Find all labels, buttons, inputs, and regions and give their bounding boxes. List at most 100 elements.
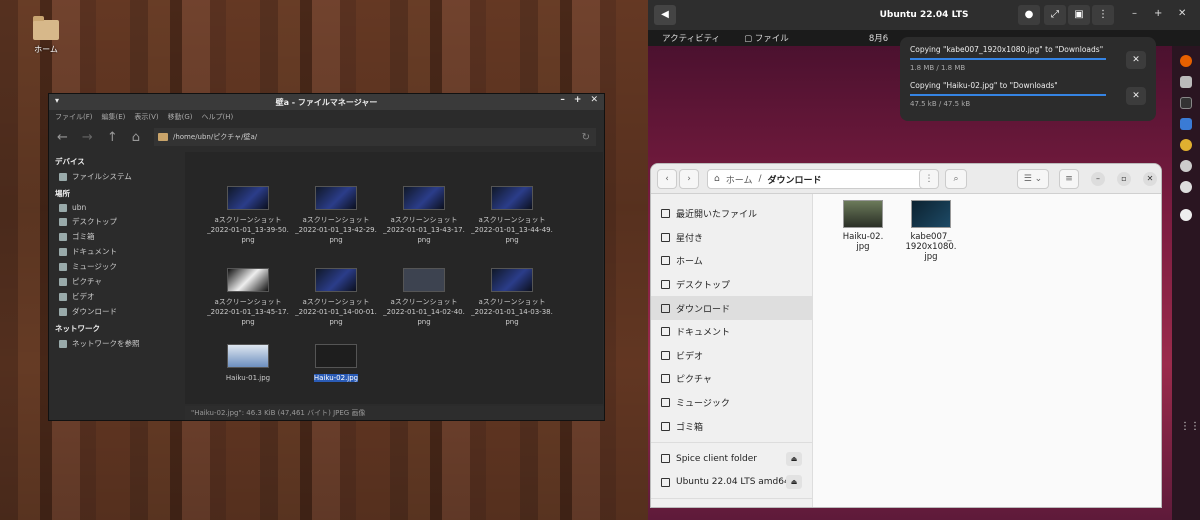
files-icon[interactable] xyxy=(1180,76,1192,88)
sidebar-item[interactable]: ゴミ箱 xyxy=(651,414,812,438)
file-item[interactable]: Haiku-02.jpg xyxy=(293,344,379,383)
record-button[interactable]: ● xyxy=(1018,5,1040,25)
sidebar-item[interactable]: ビデオ xyxy=(55,289,183,304)
eject-icon[interactable]: ⏏ xyxy=(786,475,802,490)
fullscreen-button[interactable]: ⤢ xyxy=(1044,5,1066,25)
path-current[interactable]: ダウンロード xyxy=(768,173,822,186)
sidebar-item[interactable]: ピクチャ xyxy=(651,367,812,391)
nautilus-sidebar: 最近開いたファイル星付き ホーム デスクトップ ダウンロード ドキュメント ビデオ ピクチャ… xyxy=(651,194,813,507)
help-icon[interactable] xyxy=(1180,181,1192,193)
device-item[interactable]: Ubuntu 22.04 LTS amd64 ⏏ xyxy=(651,471,812,495)
file-item[interactable]: Haiku-01.jpg xyxy=(205,344,291,383)
sidebar-item[interactable]: ゴミ箱 xyxy=(55,229,183,244)
files-app-menu[interactable]: ▢ ファイル xyxy=(744,32,789,44)
minimize-button[interactable]: – xyxy=(560,95,565,105)
clock[interactable]: 8月6 xyxy=(869,32,888,44)
terminal-icon[interactable] xyxy=(1180,97,1192,109)
close-button[interactable]: ✕ xyxy=(1143,172,1157,186)
path-bar[interactable]: ⌂ ホーム / ダウンロード xyxy=(707,169,929,189)
menu-item[interactable]: 編集(E) xyxy=(102,112,126,122)
file-item[interactable]: aスクリーンショット _2022-01-01_13-43-17. png xyxy=(381,186,467,245)
file-thumbnail xyxy=(227,186,269,210)
file-thumbnail xyxy=(227,268,269,292)
home-icon[interactable]: ⌂ xyxy=(132,130,140,145)
sidebar-item[interactable]: ホーム xyxy=(651,249,812,273)
file-item[interactable]: aスクリーンショット _2022-01-01_13-42-29. png xyxy=(293,186,379,245)
status-bar: "Haiku-02.jpg": 46.3 KiB (47,461 バイト) JP… xyxy=(185,406,604,420)
sidebar-item[interactable]: ダウンロード xyxy=(55,304,183,319)
close-button[interactable]: ✕ xyxy=(590,95,598,105)
sidebar-section-title: ネットワーク xyxy=(55,324,100,333)
device-label: Spice client folder xyxy=(676,453,757,464)
show-apps-icon[interactable]: ⋮⋮ xyxy=(1180,421,1200,433)
menu-button[interactable]: ⋮ xyxy=(1092,5,1114,25)
settings-icon[interactable] xyxy=(1180,160,1192,172)
home-icon xyxy=(661,256,670,266)
sidebar-item[interactable]: ドキュメント xyxy=(651,320,812,344)
disc-icon[interactable] xyxy=(1180,209,1192,221)
window-menu-icon[interactable]: ▾ xyxy=(55,96,59,105)
forward-arrow-icon[interactable]: → xyxy=(82,130,93,145)
location-bar[interactable]: /home/ubn/ピクチャ/壁a/ ↻ xyxy=(153,128,596,146)
firefox-icon[interactable] xyxy=(1180,55,1192,67)
file-item[interactable]: aスクリーンショット _2022-01-01_13-44-49. png xyxy=(469,186,555,245)
path-home[interactable]: ホーム xyxy=(726,173,753,186)
activities-button[interactable]: アクティビティ xyxy=(662,32,720,44)
sidebar-item[interactable]: ファイルシステム xyxy=(55,169,183,184)
sidebar-item[interactable]: ミュージック xyxy=(55,259,183,274)
nautilus-headerbar: ‹ › ⌂ ホーム / ダウンロード ⋮ ⌕ ☰ ⌄ ≡ – ▫ ✕ xyxy=(651,164,1161,194)
file-item[interactable]: aスクリーンショット _2022-01-01_14-03-38. png xyxy=(469,268,555,327)
back-arrow-icon[interactable]: ← xyxy=(57,130,68,145)
sidebar-item[interactable]: ミュージック xyxy=(651,391,812,415)
sidebar-item[interactable]: ドキュメント xyxy=(55,244,183,259)
sidebar-item[interactable]: ネットワークを参照 xyxy=(55,336,183,351)
file-item[interactable]: aスクリーンショット _2022-01-01_14-02-40. png xyxy=(381,268,467,327)
close-button[interactable]: ✕ xyxy=(1178,8,1186,19)
main-menu-button[interactable]: ≡ xyxy=(1059,169,1079,189)
search-icon[interactable]: ⌕ xyxy=(945,169,967,189)
minimize-button[interactable]: – xyxy=(1091,172,1105,186)
view-options-button[interactable]: ☰ ⌄ xyxy=(1017,169,1049,189)
sidebar-item[interactable]: ビデオ xyxy=(651,344,812,368)
keyboard-button[interactable]: ▣ xyxy=(1068,5,1090,25)
text-editor-icon[interactable] xyxy=(1180,118,1192,130)
up-arrow-icon[interactable]: ↑ xyxy=(107,130,118,145)
sidebar-item[interactable]: デスクトップ xyxy=(651,273,812,297)
file-item[interactable]: Haiku-02. jpg xyxy=(833,200,893,252)
path-menu-button[interactable]: ⋮ xyxy=(919,169,939,189)
file-item[interactable]: kabe007_ 1920x1080. jpg xyxy=(901,200,961,262)
maximize-button[interactable]: ▫ xyxy=(1117,172,1131,186)
reload-icon[interactable]: ↻ xyxy=(582,132,590,143)
rhythmbox-icon[interactable] xyxy=(1180,139,1192,151)
close-icon[interactable]: ✕ xyxy=(1126,51,1146,69)
drive-icon xyxy=(661,477,670,487)
menu-item[interactable]: ファイル(F) xyxy=(55,112,93,122)
sidebar-item[interactable]: ubn xyxy=(55,201,183,214)
file-item[interactable]: aスクリーンショット _2022-01-01_13-39-50. png xyxy=(205,186,291,245)
menu-item[interactable]: ヘルプ(H) xyxy=(202,112,234,122)
file-item[interactable]: aスクリーンショット _2022-01-01_14-00-01. png xyxy=(293,268,379,327)
device-item[interactable]: Spice client folder ⏏ xyxy=(651,447,812,471)
menu-item[interactable]: 表示(V) xyxy=(134,112,158,122)
back-button[interactable]: ‹ xyxy=(657,169,677,189)
forward-button[interactable]: › xyxy=(679,169,699,189)
menu-item[interactable]: 移動(G) xyxy=(168,112,193,122)
sidebar-item[interactable]: ダウンロード xyxy=(651,296,812,320)
file-item[interactable]: aスクリーンショット _2022-01-01_13-45-17. png xyxy=(205,268,291,327)
minimize-button[interactable]: – xyxy=(1132,8,1137,19)
sidebar-item[interactable]: 最近開いたファイル xyxy=(651,202,812,226)
sidebar-item-label: 最近開いたファイル xyxy=(676,210,758,221)
sidebar-item[interactable]: デスクトップ xyxy=(55,214,183,229)
sidebar-item[interactable]: ピクチャ xyxy=(55,274,183,289)
maximize-button[interactable]: + xyxy=(574,95,582,105)
file-name: kabe007_ 1920x1080. jpg xyxy=(905,232,957,262)
other-locations-item[interactable]: +他の場所 xyxy=(651,503,812,507)
maximize-button[interactable]: + xyxy=(1154,8,1162,19)
sidebar-item[interactable]: 星付き xyxy=(651,226,812,250)
close-icon[interactable]: ✕ xyxy=(1126,87,1146,105)
notification-item: Copying "kabe007_1920x1080.jpg" to "Down… xyxy=(910,45,1146,81)
eject-icon[interactable]: ⏏ xyxy=(786,451,802,466)
sidebar-item-label: デスクトップ xyxy=(72,217,117,226)
desktop-home-icon[interactable]: ホーム xyxy=(26,16,66,55)
titlebar[interactable]: ▾ 壁a - ファイルマネージャー – + ✕ xyxy=(49,94,604,110)
